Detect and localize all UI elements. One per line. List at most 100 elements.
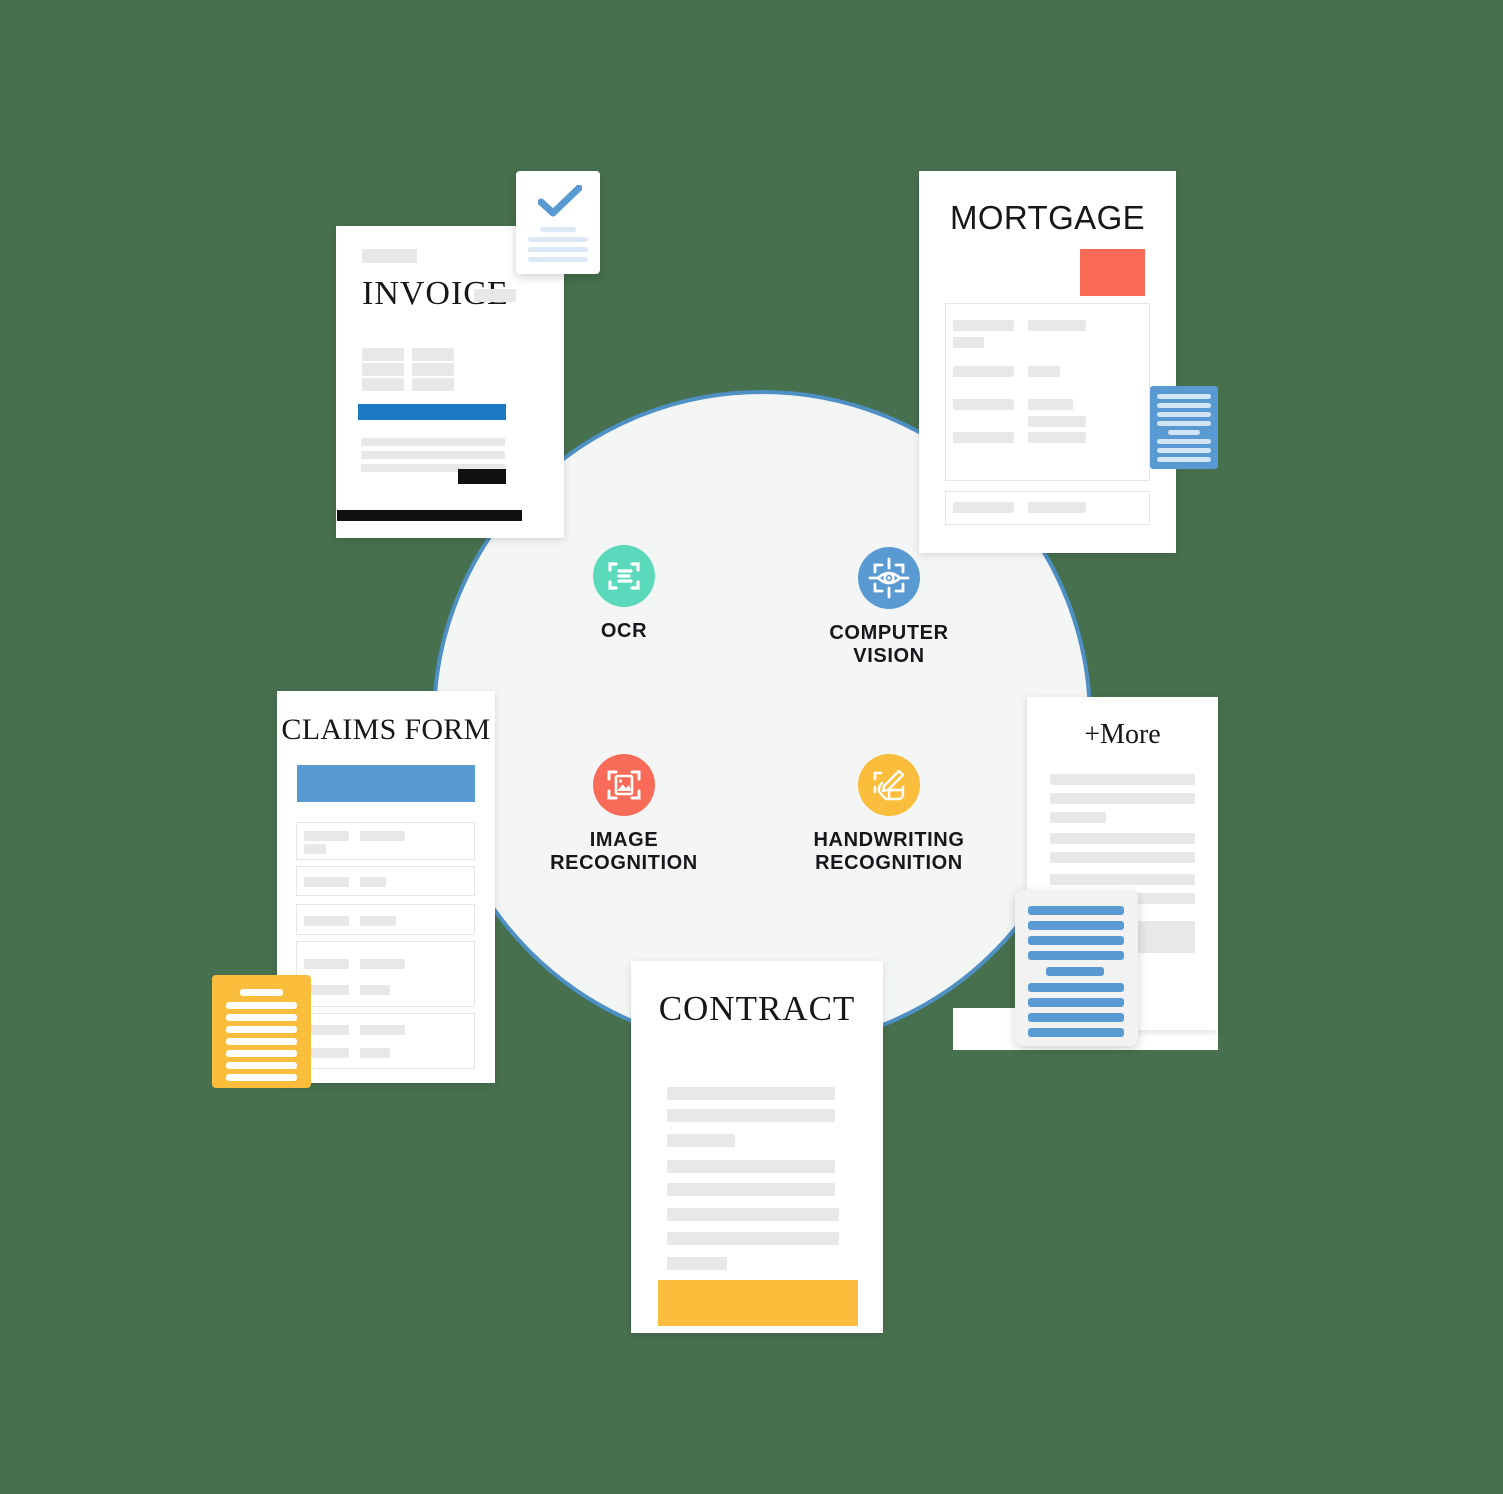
contract-line: [667, 1257, 727, 1270]
capability-handwriting-recognition[interactable]: HANDWRITING RECOGNITION: [789, 754, 989, 875]
infographic-canvas: INVOICE MORTGAGE CLAIMS FORM +More CONTR…: [0, 0, 1503, 1494]
contract-line: [667, 1183, 835, 1196]
white-note-line: [1028, 1028, 1124, 1037]
invoice-field: [412, 363, 454, 376]
check-note-line: [528, 257, 588, 262]
invoice-field: [412, 378, 454, 391]
mortgage-field: [1028, 432, 1086, 443]
claims-field: [360, 877, 386, 887]
invoice-meta-bar: [474, 289, 516, 302]
capability-image-recognition[interactable]: IMAGE RECOGNITION: [524, 754, 724, 875]
hr-label-line2: RECOGNITION: [815, 852, 963, 874]
claims-form-title: CLAIMS FORM: [281, 713, 491, 746]
white-note-line: [1028, 983, 1124, 992]
claims-field: [304, 959, 349, 969]
capability-label-ocr: OCR: [600, 620, 648, 642]
claims-field: [304, 844, 326, 854]
orange-note-line: [226, 1074, 297, 1081]
contract-title: CONTRACT: [658, 989, 856, 1028]
orange-note-line: [226, 1062, 297, 1069]
mortgage-body-panel: [945, 303, 1150, 481]
orange-note-line: [226, 1002, 297, 1009]
claims-form-row: [296, 822, 475, 860]
invoice-accent-band: [358, 404, 506, 420]
cv-label-line1: COMPUTER: [829, 622, 949, 644]
orange-note-line: [226, 1026, 297, 1033]
orange-note-line: [226, 1014, 297, 1021]
blue-note-line: [1157, 403, 1211, 408]
invoice-total-block: [458, 469, 506, 484]
capability-ocr[interactable]: OCR: [524, 545, 724, 643]
mortgage-footer-panel: [945, 491, 1150, 525]
orange-note-line: [240, 989, 283, 996]
mortgage-field: [953, 399, 1014, 410]
document-contract: CONTRACT: [631, 961, 883, 1333]
mortgage-field: [1028, 366, 1060, 377]
image-scan-icon: [593, 754, 655, 816]
claims-field: [360, 985, 390, 995]
blue-note-line: [1157, 439, 1211, 444]
more-title: +More: [1084, 719, 1161, 750]
hand-pen-icon: [858, 754, 920, 816]
claims-form-row: [296, 941, 475, 1007]
claims-field: [304, 831, 349, 841]
contract-line: [667, 1208, 839, 1221]
capability-label-computer-vision: COMPUTER VISION: [789, 622, 989, 668]
contract-line: [667, 1134, 735, 1147]
white-note-line: [1028, 998, 1124, 1007]
check-note-line: [540, 227, 576, 232]
check-document-icon: [516, 171, 600, 274]
mortgage-field: [953, 432, 1014, 443]
blue-note-line: [1157, 394, 1211, 399]
white-note-line: [1028, 921, 1124, 930]
capability-computer-vision[interactable]: COMPUTER VISION: [789, 547, 989, 668]
invoice-field: [362, 363, 404, 376]
claims-field: [360, 916, 396, 926]
invoice-line: [361, 438, 505, 446]
document-scan-icon: [593, 545, 655, 607]
capability-label-handwriting-recognition: HANDWRITING RECOGNITION: [789, 829, 989, 875]
claims-field: [360, 959, 405, 969]
capability-label-image-recognition: IMAGE RECOGNITION: [524, 829, 724, 875]
mortgage-field: [1028, 320, 1086, 331]
blue-note-line: [1168, 430, 1200, 435]
contract-line: [667, 1160, 835, 1173]
claims-form-row: [296, 904, 475, 935]
mortgage-field: [1028, 399, 1073, 410]
contract-line: [667, 1087, 835, 1100]
blue-note-line: [1157, 412, 1211, 417]
claims-field: [360, 1048, 390, 1058]
claims-field: [304, 916, 349, 926]
contract-line: [667, 1232, 839, 1245]
white-note-line: [1046, 967, 1104, 976]
hr-label-line1: HANDWRITING: [813, 829, 965, 851]
orange-note-line: [226, 1038, 297, 1045]
blue-document-icon: [1150, 386, 1218, 469]
orange-note-line: [226, 1050, 297, 1057]
orange-document-icon: [212, 975, 311, 1088]
mortgage-title: MORTGAGE: [949, 199, 1146, 236]
white-note-line: [1028, 1013, 1124, 1022]
mortgage-field: [1028, 416, 1086, 427]
check-note-line: [528, 247, 588, 252]
invoice-field: [362, 348, 404, 361]
more-line: [1050, 774, 1195, 785]
white-document-icon: [1015, 890, 1138, 1046]
ir-label-line1: IMAGE: [589, 829, 659, 851]
invoice-field: [362, 378, 404, 391]
blue-note-line: [1157, 421, 1211, 426]
invoice-footer-bar: [337, 510, 522, 521]
claims-form-accent-band: [297, 765, 475, 802]
invoice-field: [412, 348, 454, 361]
claims-field: [304, 877, 349, 887]
mortgage-field: [953, 337, 984, 348]
more-line: [1050, 874, 1195, 885]
more-line: [1050, 833, 1195, 844]
white-note-line: [1028, 936, 1124, 945]
mortgage-field: [953, 502, 1014, 513]
invoice-logo-bar: [362, 249, 417, 263]
more-line: [1050, 852, 1195, 863]
white-note-line: [1028, 951, 1124, 960]
mortgage-field: [953, 320, 1014, 331]
invoice-line: [361, 451, 505, 459]
